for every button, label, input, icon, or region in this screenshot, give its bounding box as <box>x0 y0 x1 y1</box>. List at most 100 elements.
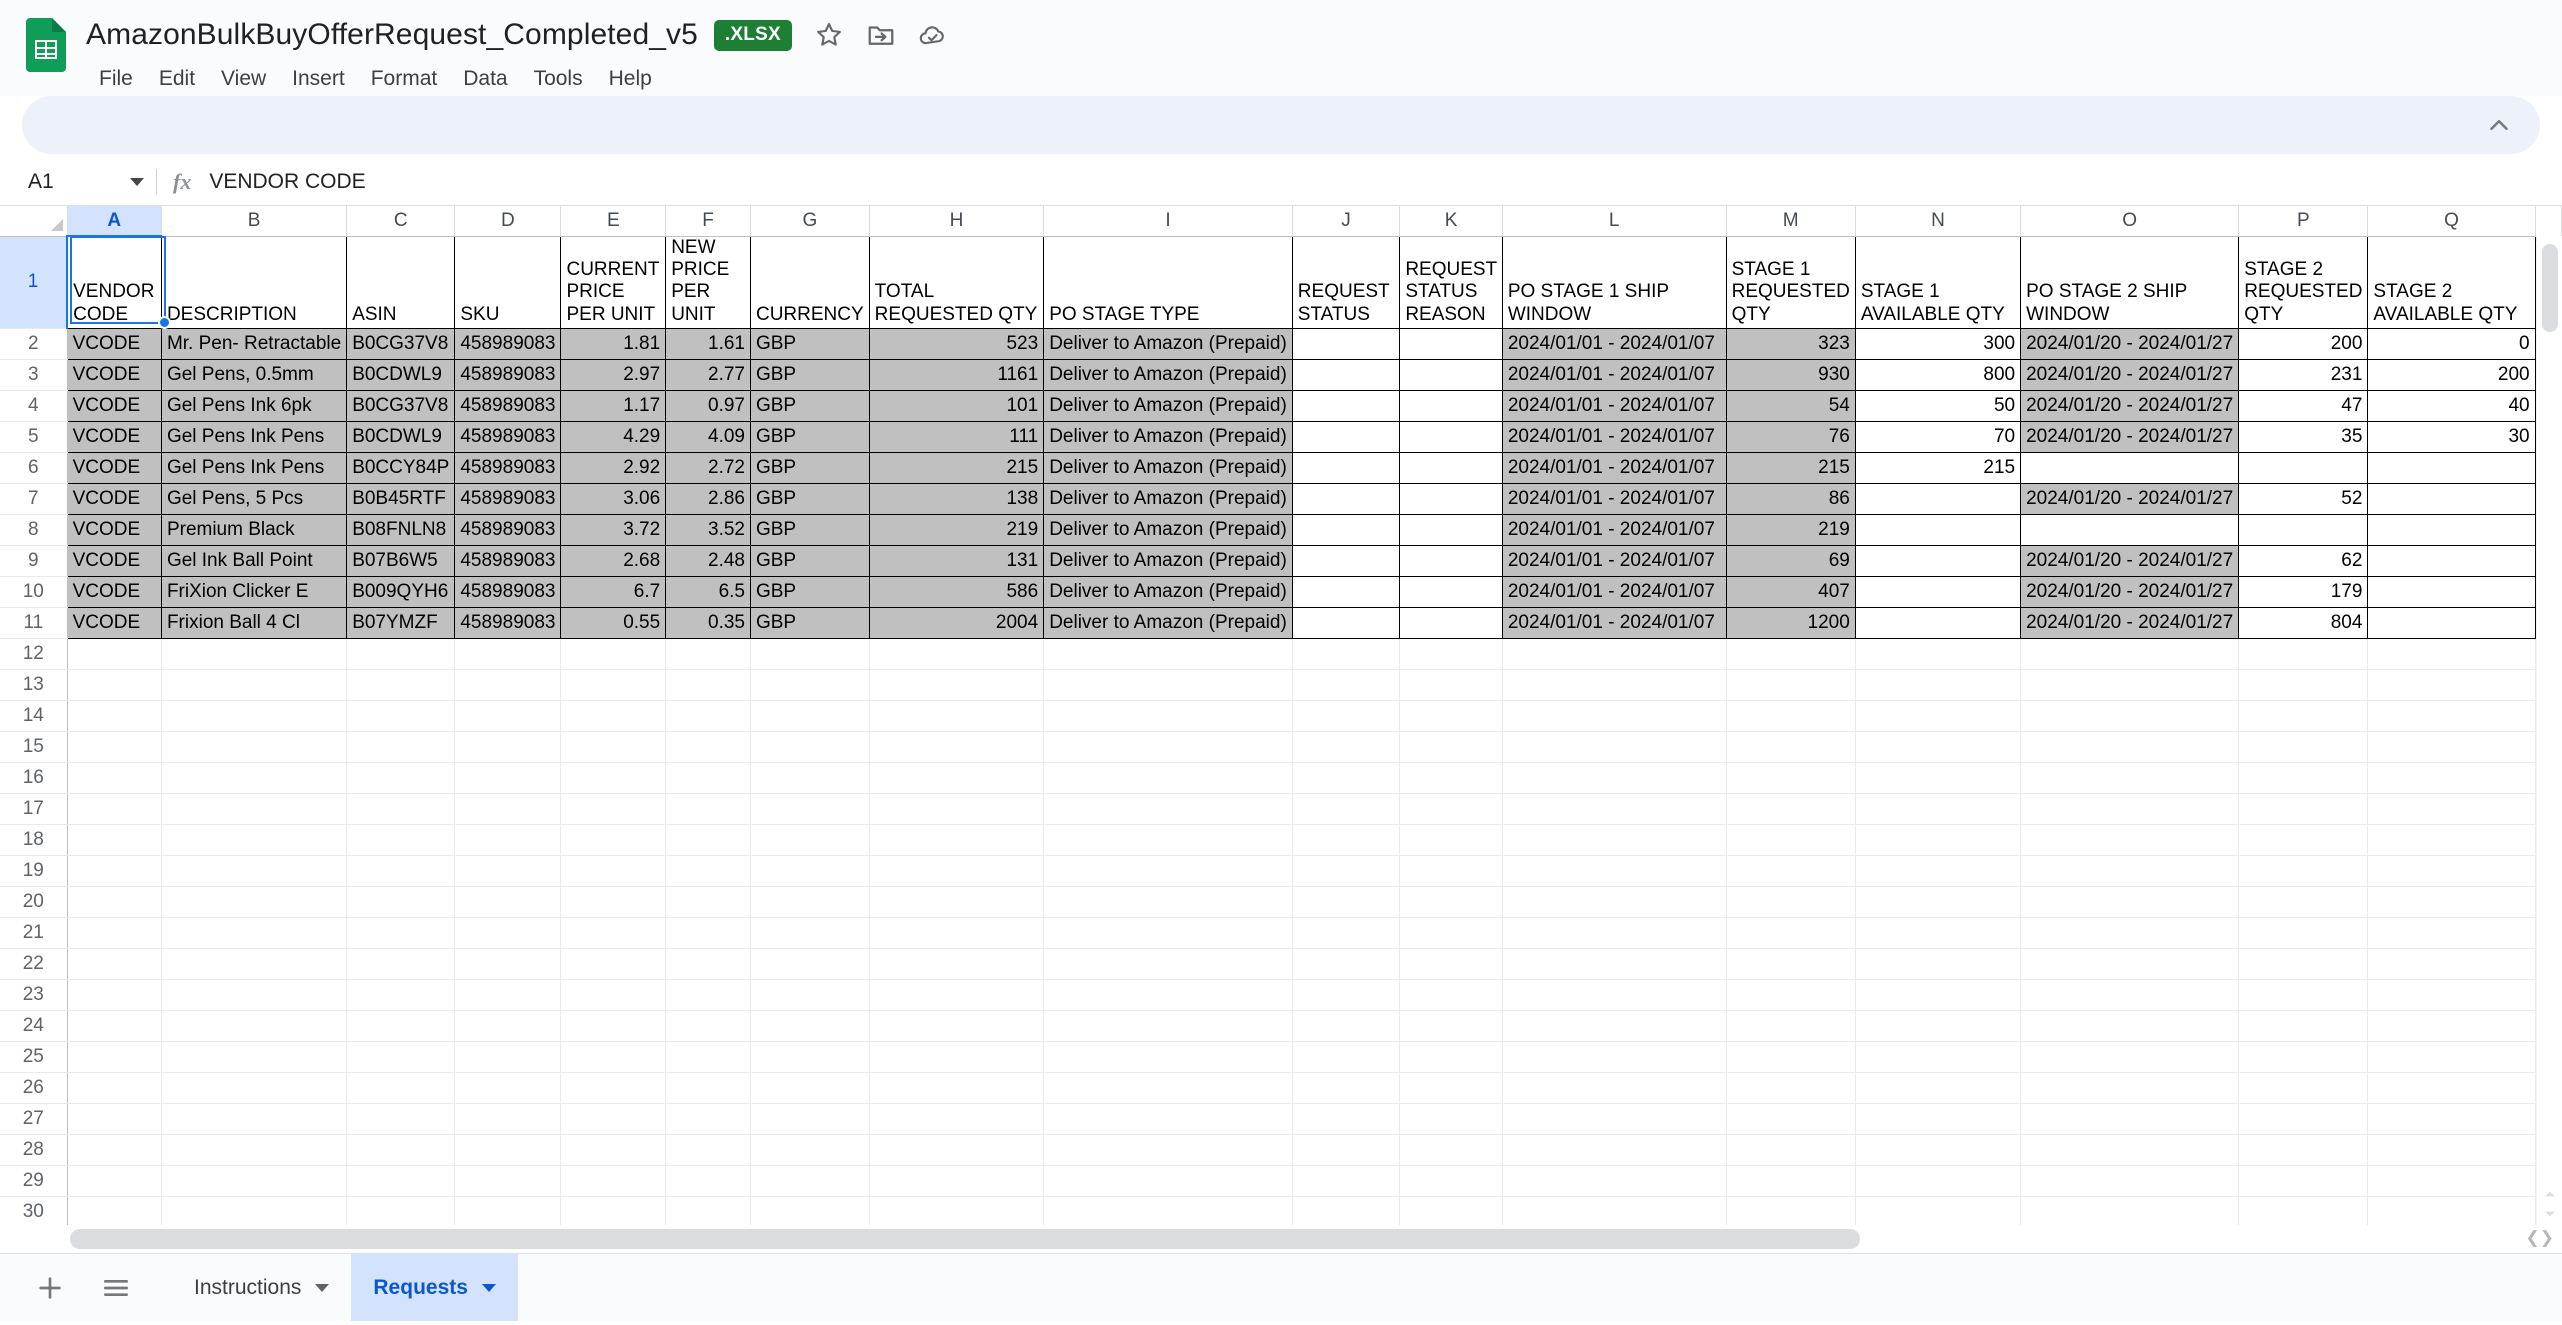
table-cell[interactable] <box>666 639 751 670</box>
table-cell[interactable] <box>161 1073 346 1104</box>
table-cell[interactable]: VCODE <box>67 546 161 577</box>
table-cell[interactable]: 30 <box>2368 422 2535 453</box>
table-cell[interactable] <box>2239 980 2368 1011</box>
horizontal-scrollbar[interactable]: ❮❯ <box>0 1225 2562 1253</box>
table-cell[interactable] <box>2239 701 2368 732</box>
table-cell[interactable] <box>666 732 751 763</box>
table-cell[interactable] <box>455 670 561 701</box>
table-cell[interactable] <box>666 763 751 794</box>
table-cell[interactable] <box>1855 608 2020 639</box>
table-cell[interactable] <box>161 1011 346 1042</box>
table-cell[interactable] <box>1400 422 1503 453</box>
table-cell[interactable]: Deliver to Amazon (Prepaid) <box>1044 546 1293 577</box>
table-cell[interactable] <box>2368 453 2535 484</box>
table-cell[interactable] <box>2021 701 2239 732</box>
table-cell[interactable]: 2024/01/01 - 2024/01/07 <box>1502 422 1726 453</box>
table-cell[interactable]: 40 <box>2368 391 2535 422</box>
row-header-22[interactable]: 22 <box>0 949 67 980</box>
table-cell[interactable] <box>161 1104 346 1135</box>
document-title[interactable]: AmazonBulkBuyOfferRequest_Completed_v5 <box>86 18 698 52</box>
table-cell[interactable] <box>455 732 561 763</box>
table-cell[interactable]: GBP <box>750 453 869 484</box>
table-cell[interactable] <box>666 856 751 887</box>
table-cell[interactable] <box>2368 1073 2535 1104</box>
table-cell[interactable] <box>67 1104 161 1135</box>
table-cell[interactable] <box>347 639 455 670</box>
column-title-cell[interactable]: VENDOR CODE <box>67 236 161 329</box>
table-cell[interactable]: 2024/01/20 - 2024/01/27 <box>2021 360 2239 391</box>
table-cell[interactable]: Gel Pens, 0.5mm <box>161 360 346 391</box>
table-cell[interactable] <box>1292 608 1400 639</box>
table-cell[interactable] <box>869 856 1044 887</box>
table-cell[interactable] <box>666 918 751 949</box>
table-cell[interactable]: 70 <box>1855 422 2020 453</box>
table-cell[interactable]: 0.55 <box>561 608 666 639</box>
row-header-1[interactable]: 1 <box>0 236 67 329</box>
table-cell[interactable] <box>1292 1166 1400 1197</box>
table-cell[interactable] <box>67 980 161 1011</box>
table-cell[interactable] <box>1726 980 1855 1011</box>
table-cell[interactable] <box>347 701 455 732</box>
table-cell[interactable] <box>347 918 455 949</box>
menu-help[interactable]: Help <box>596 63 665 95</box>
table-cell[interactable] <box>1292 1197 1400 1225</box>
table-cell[interactable] <box>455 1073 561 1104</box>
table-cell[interactable]: 3.52 <box>666 515 751 546</box>
table-cell[interactable]: 1.17 <box>561 391 666 422</box>
table-cell[interactable] <box>666 1135 751 1166</box>
table-cell[interactable] <box>455 1166 561 1197</box>
table-cell[interactable] <box>750 980 869 1011</box>
table-cell[interactable]: 2024/01/20 - 2024/01/27 <box>2021 391 2239 422</box>
table-cell[interactable] <box>561 1197 666 1225</box>
table-cell[interactable] <box>1855 546 2020 577</box>
table-cell[interactable] <box>2021 1166 2239 1197</box>
table-cell[interactable] <box>1400 484 1503 515</box>
chevron-down-icon[interactable] <box>482 1284 496 1292</box>
table-cell[interactable] <box>869 763 1044 794</box>
name-box[interactable]: A1 <box>22 170 150 194</box>
table-cell[interactable] <box>1726 763 1855 794</box>
table-cell[interactable] <box>1292 546 1400 577</box>
table-cell[interactable] <box>347 732 455 763</box>
table-cell[interactable] <box>1502 887 1726 918</box>
table-cell[interactable] <box>1292 515 1400 546</box>
move-to-folder-icon[interactable] <box>866 20 896 50</box>
table-cell[interactable] <box>455 1197 561 1225</box>
table-cell[interactable] <box>1400 732 1503 763</box>
table-cell[interactable] <box>1502 1104 1726 1135</box>
table-cell[interactable] <box>2239 794 2368 825</box>
table-cell[interactable] <box>2368 918 2535 949</box>
table-cell[interactable] <box>1400 1011 1503 1042</box>
table-cell[interactable] <box>666 980 751 1011</box>
table-cell[interactable] <box>1292 391 1400 422</box>
table-cell[interactable] <box>2368 732 2535 763</box>
table-cell[interactable] <box>2239 1104 2368 1135</box>
column-header-i[interactable]: I <box>1044 206 1293 236</box>
column-header-f[interactable]: F <box>666 206 751 236</box>
table-cell[interactable]: VCODE <box>67 391 161 422</box>
column-header-o[interactable]: O <box>2021 206 2239 236</box>
table-cell[interactable]: 4.09 <box>666 422 751 453</box>
table-cell[interactable] <box>2021 1073 2239 1104</box>
table-cell[interactable] <box>1044 1166 1293 1197</box>
table-cell[interactable] <box>561 918 666 949</box>
spreadsheet-grid[interactable]: ABCDEFGHIJKLMNOPQ 1VENDOR CODEDESCRIPTIO… <box>0 206 2562 1225</box>
table-cell[interactable] <box>67 732 161 763</box>
table-cell[interactable]: B0B45RTF <box>347 484 455 515</box>
table-cell[interactable] <box>161 980 346 1011</box>
table-cell[interactable]: 52 <box>2239 484 2368 515</box>
table-cell[interactable] <box>1726 670 1855 701</box>
table-cell[interactable]: GBP <box>750 329 869 360</box>
table-cell[interactable] <box>455 1011 561 1042</box>
table-cell[interactable] <box>455 1042 561 1073</box>
table-cell[interactable] <box>67 825 161 856</box>
table-cell[interactable] <box>869 949 1044 980</box>
table-cell[interactable] <box>1044 701 1293 732</box>
table-cell[interactable]: 4.29 <box>561 422 666 453</box>
table-cell[interactable] <box>750 794 869 825</box>
table-cell[interactable] <box>1855 887 2020 918</box>
table-cell[interactable] <box>2239 1197 2368 1225</box>
table-cell[interactable] <box>1502 918 1726 949</box>
table-cell[interactable] <box>1044 639 1293 670</box>
table-cell[interactable] <box>1502 1197 1726 1225</box>
